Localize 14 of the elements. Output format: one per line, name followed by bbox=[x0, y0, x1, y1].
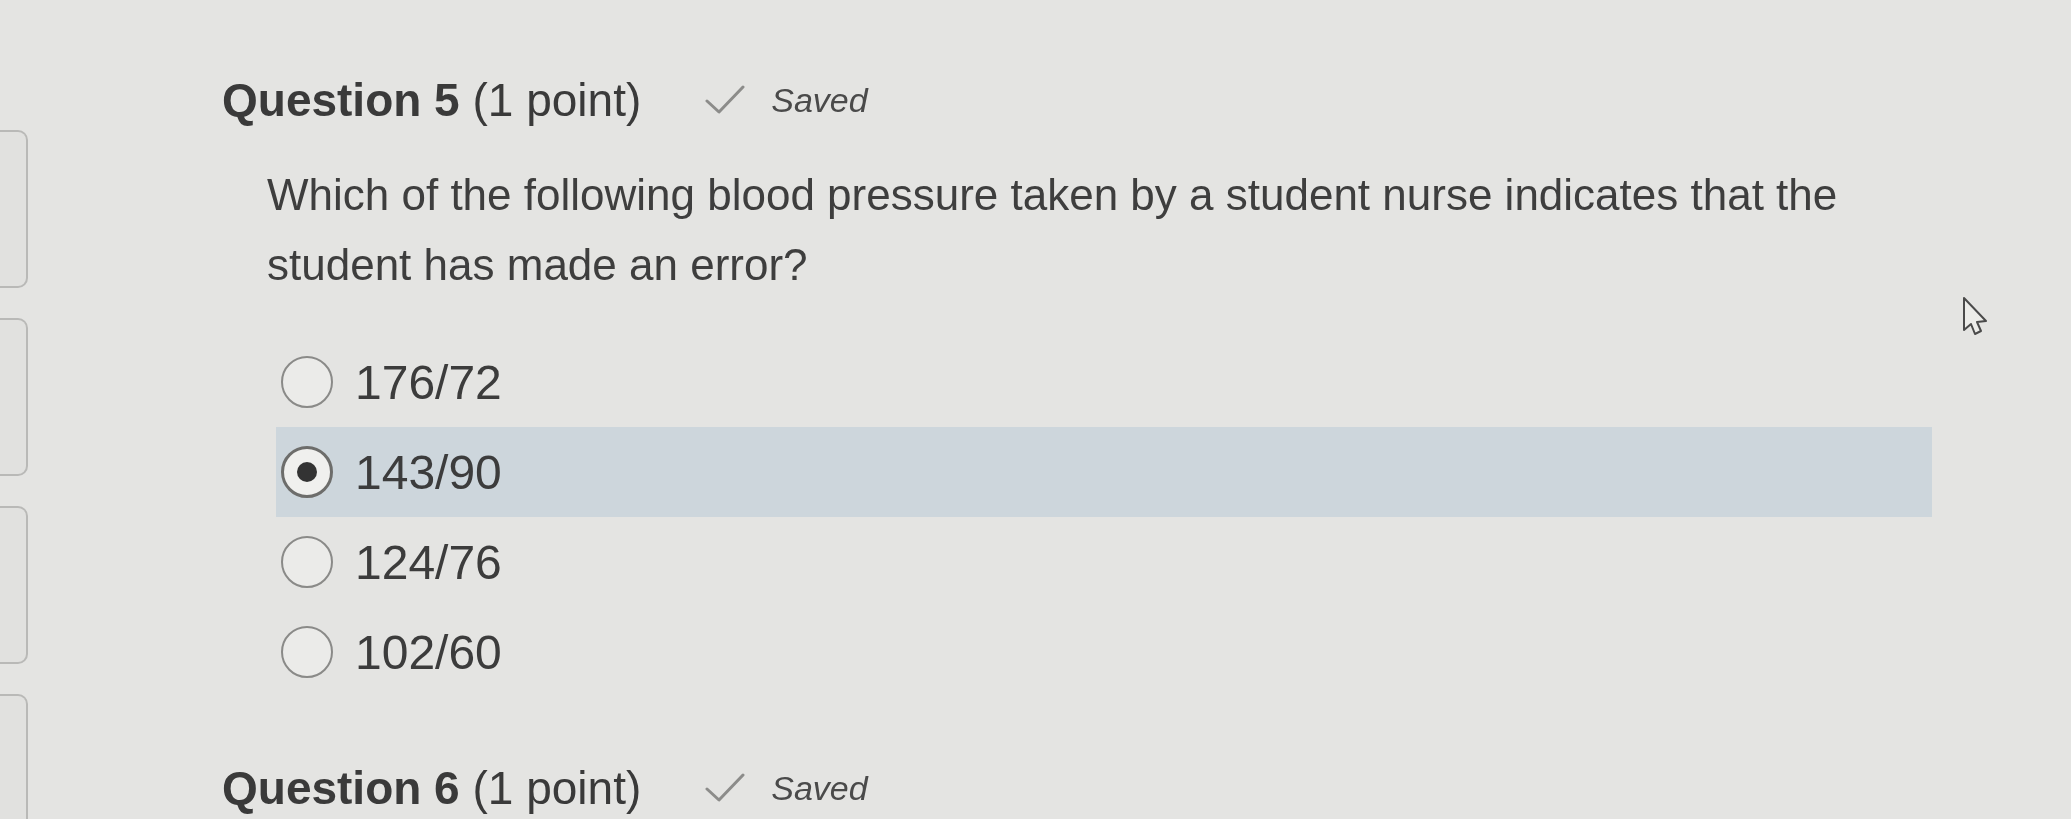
radio-button[interactable] bbox=[281, 536, 333, 588]
answer-option[interactable]: 124/76 bbox=[276, 517, 1932, 607]
radio-button[interactable] bbox=[281, 626, 333, 678]
answer-option[interactable]: 143/90 bbox=[276, 427, 1932, 517]
arrow-cursor-icon bbox=[1962, 296, 1988, 336]
saved-status: Saved bbox=[771, 768, 868, 808]
answer-option[interactable]: 176/72 bbox=[276, 337, 1932, 427]
radio-button[interactable] bbox=[281, 356, 333, 408]
question-prompt: Which of the following blood pressure taken by a student nurse indicates that the student has made an error? bbox=[267, 169, 1839, 291]
radio-button[interactable] bbox=[281, 446, 333, 498]
saved-status: Saved bbox=[771, 80, 868, 120]
question-heading: Question 5 (1 point) bbox=[222, 75, 642, 125]
question-heading: Question 6 (1 point) bbox=[222, 763, 642, 813]
answer-option[interactable]: 102/60 bbox=[276, 607, 1932, 697]
